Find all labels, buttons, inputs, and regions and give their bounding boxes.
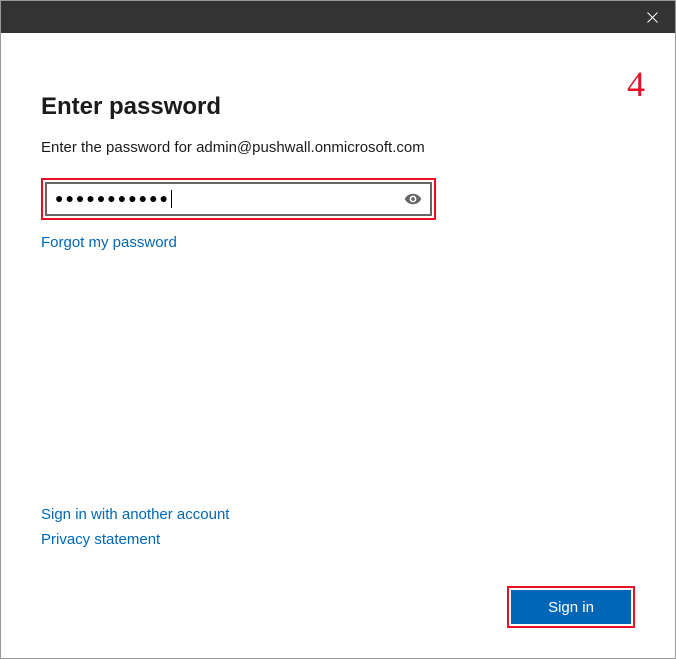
signin-button[interactable]: Sign in bbox=[511, 590, 631, 624]
another-account-link[interactable]: Sign in with another account bbox=[41, 506, 229, 523]
button-row: Sign in bbox=[41, 586, 635, 628]
page-title: Enter password bbox=[41, 93, 635, 121]
titlebar bbox=[1, 1, 675, 33]
forgot-password-link[interactable]: Forgot my password bbox=[41, 234, 177, 251]
step-annotation: 4 bbox=[627, 63, 645, 105]
password-input[interactable]: ●●●●●●●●●●● bbox=[45, 182, 432, 216]
password-input-highlight: ●●●●●●●●●●● bbox=[41, 178, 436, 220]
dialog-content: 4 Enter password Enter the password for … bbox=[1, 33, 675, 658]
signin-button-highlight: Sign in bbox=[507, 586, 635, 628]
close-button[interactable] bbox=[629, 1, 675, 33]
privacy-statement-link[interactable]: Privacy statement bbox=[41, 531, 160, 548]
dialog-window: 4 Enter password Enter the password for … bbox=[0, 0, 676, 659]
password-value: ●●●●●●●●●●● bbox=[55, 190, 404, 208]
instruction-text: Enter the password for admin@pushwall.on… bbox=[41, 139, 635, 156]
reveal-password-icon[interactable] bbox=[404, 190, 422, 208]
bottom-links: Sign in with another account Privacy sta… bbox=[41, 506, 635, 556]
close-icon bbox=[647, 12, 658, 23]
